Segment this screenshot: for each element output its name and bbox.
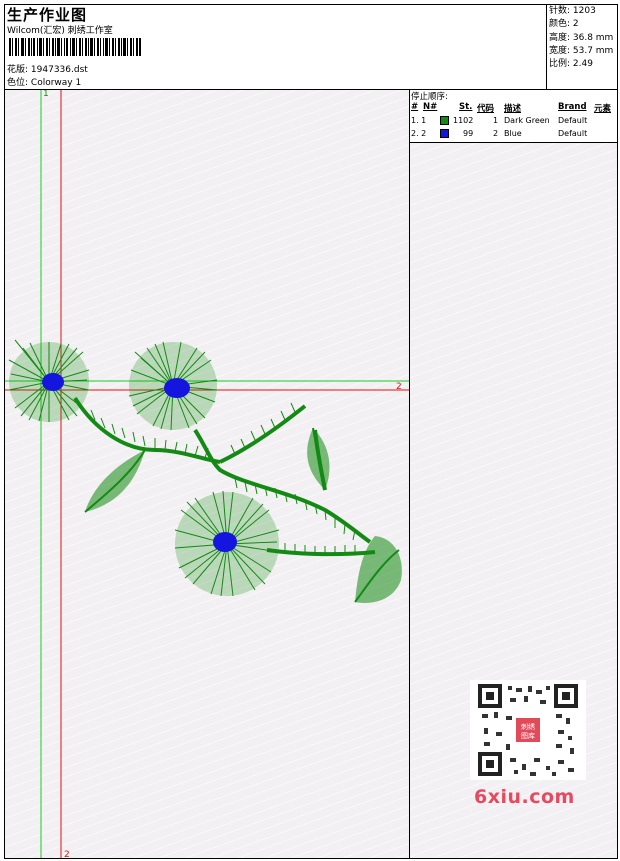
design-info: 花版: 1947336.dst bbox=[7, 62, 88, 75]
leaf-right bbox=[307, 427, 330, 491]
color-count: 颜色: 2 bbox=[549, 19, 579, 30]
row-description: Blue bbox=[504, 129, 522, 138]
design-height: 高度: 36.8 mm bbox=[549, 32, 614, 43]
row-code: 1 bbox=[493, 116, 499, 125]
page-title: 生产作业图 bbox=[7, 6, 88, 24]
guide-marker-right: 2 bbox=[396, 382, 402, 392]
design-label: 花版: bbox=[7, 65, 29, 75]
stop-sequence-heading: 停止顺序: bbox=[411, 92, 448, 102]
colorway-label: 色位: bbox=[7, 78, 29, 88]
design-scale: 比例: 2.49 bbox=[549, 59, 593, 70]
col-code: 代码 bbox=[477, 104, 495, 114]
row-brand: Default bbox=[558, 116, 588, 125]
col-description: 描述 bbox=[504, 104, 522, 114]
barcode bbox=[9, 38, 141, 56]
stop-sequence-table: 停止顺序: # N# St. 代码 描述 Brand 元素 1. 1 1102 … bbox=[410, 90, 617, 143]
color-swatch bbox=[440, 116, 449, 125]
seal-text: 刺绣 bbox=[521, 722, 535, 731]
flower-center-blue bbox=[42, 373, 64, 391]
svg-text:图库: 图库 bbox=[521, 731, 535, 740]
col-brand: Brand bbox=[558, 102, 587, 112]
row-description: Dark Green bbox=[504, 116, 550, 125]
leaf-left bbox=[84, 449, 146, 513]
guide-marker-top: 1 bbox=[43, 90, 49, 99]
embroidery-design: 1 2 2 bbox=[5, 90, 409, 858]
stop-row[interactable]: 2. 2 99 2 Blue Default bbox=[410, 128, 617, 141]
design-value: 1947336.dst bbox=[30, 65, 88, 75]
company-name: Wilcom(汇宏) 刺绣工作室 bbox=[7, 26, 113, 36]
flower-bottom bbox=[174, 490, 280, 597]
col-index: # bbox=[411, 102, 419, 112]
flower-center-blue bbox=[213, 532, 237, 552]
stats-divider bbox=[546, 4, 547, 89]
stop-row[interactable]: 1. 1 1102 1 Dark Green Default bbox=[410, 115, 617, 128]
col-stitches: St. bbox=[459, 102, 473, 112]
colorway-info: 色位: Colorway 1 bbox=[7, 75, 81, 88]
row-brand: Default bbox=[558, 129, 588, 138]
stitch-count: 针数: 1203 bbox=[549, 6, 596, 16]
watermark-text: 6xiu.com bbox=[474, 786, 575, 808]
row-index: 1. 1 bbox=[411, 116, 427, 125]
color-swatch bbox=[440, 129, 449, 138]
guide-marker-bottom: 2 bbox=[64, 850, 70, 858]
design-width: 宽度: 53.7 mm bbox=[549, 45, 614, 56]
flower-top bbox=[128, 341, 218, 431]
row-stitches: 1102 bbox=[453, 116, 474, 125]
stats-panel: 针数: 1203 颜色: 2 高度: 36.8 mm 宽度: 53.7 mm 比… bbox=[549, 5, 613, 71]
row-code: 2 bbox=[493, 129, 499, 138]
flower-center-blue bbox=[164, 378, 190, 398]
leaf-bottom-right bbox=[354, 536, 402, 604]
row-index: 2. 2 bbox=[411, 129, 427, 138]
col-needle: N# bbox=[423, 102, 438, 112]
col-element: 元素 bbox=[594, 104, 612, 114]
row-stitches: 99 bbox=[463, 129, 474, 138]
qr-code: 刺绣 图库 bbox=[470, 680, 586, 780]
colorway-value: Colorway 1 bbox=[30, 78, 82, 88]
flower-left bbox=[8, 339, 90, 422]
